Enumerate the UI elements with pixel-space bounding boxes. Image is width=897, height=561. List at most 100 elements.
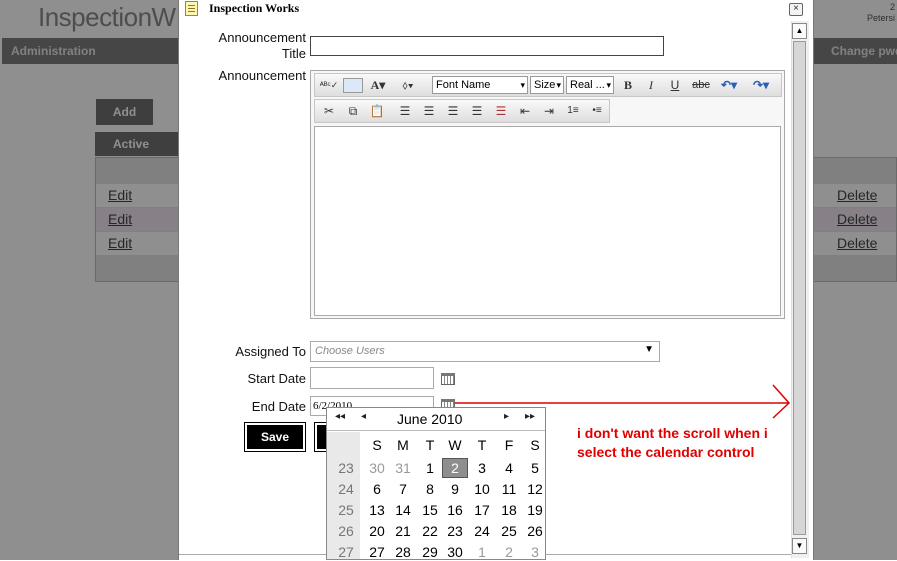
scroll-up-icon[interactable]: ▲ — [792, 23, 807, 39]
align-left-icon[interactable]: ☰ — [397, 102, 413, 120]
week-number: 24 — [338, 481, 354, 497]
start-date-input[interactable] — [310, 367, 434, 389]
spellcheck-icon[interactable]: ᴬᴮᶜ✓ — [319, 76, 339, 94]
week-number: 25 — [338, 502, 354, 518]
annotation-note: i don't want the scroll when i select th… — [577, 425, 768, 460]
calendar-day[interactable]: 11 — [496, 479, 522, 499]
calendar-day[interactable]: 16 — [442, 500, 468, 520]
announcement-title-input[interactable] — [310, 36, 664, 56]
scroll-thumb[interactable] — [793, 41, 806, 535]
week-number: 23 — [338, 460, 354, 476]
annotation-arrow — [455, 384, 791, 419]
chevron-down-icon[interactable]: ▼ — [644, 344, 654, 355]
bold-icon[interactable]: B — [621, 76, 635, 94]
calendar-day[interactable]: 8 — [417, 479, 443, 499]
indent-icon[interactable]: ⇥ — [541, 102, 557, 120]
numbered-list-icon[interactable]: 1≡ — [565, 102, 581, 120]
calendar-day[interactable]: 20 — [364, 521, 390, 541]
calendar-day[interactable]: 28 — [390, 542, 416, 559]
label-line: Announcement — [218, 30, 306, 45]
label-line: Title — [281, 46, 306, 61]
calendar-day[interactable]: 23 — [442, 521, 468, 541]
announcement-label: Announcement — [218, 68, 306, 83]
calendar-day[interactable]: 10 — [469, 479, 495, 499]
strikethrough-icon[interactable]: abc — [690, 76, 712, 94]
assigned-to-label: Assigned To — [235, 344, 306, 359]
undo-icon[interactable]: ↶▾ — [715, 76, 743, 94]
calendar-day[interactable]: 19 — [522, 500, 545, 520]
editor-content-area[interactable] — [314, 126, 781, 316]
copy-icon[interactable]: ⧉ — [345, 102, 361, 120]
save-button[interactable]: Save — [244, 422, 306, 452]
day-header: S — [530, 437, 540, 453]
calendar-day[interactable]: 30 — [364, 458, 390, 478]
cut-icon[interactable]: ✂ — [321, 102, 337, 120]
day-header: W — [448, 437, 462, 453]
calendar-day[interactable]: 24 — [469, 521, 495, 541]
calendar-day[interactable]: 3 — [522, 542, 545, 559]
rich-text-editor: ᴬᴮᶜ✓ A▾ ⬨▾ Font Name Size Real ... B I U… — [310, 70, 785, 319]
calendar-day[interactable]: 13 — [364, 500, 390, 520]
assigned-to-select[interactable]: Choose Users ▼ — [310, 341, 660, 362]
calendar-day[interactable]: 31 — [390, 458, 416, 478]
calendar-day[interactable]: 22 — [417, 521, 443, 541]
underline-icon[interactable]: U — [668, 76, 682, 94]
calendar-day[interactable]: 15 — [417, 500, 443, 520]
prev-month-icon[interactable]: ◂ — [361, 411, 366, 422]
font-size-select[interactable]: Size — [530, 76, 564, 94]
day-header: S — [372, 437, 382, 453]
image-icon[interactable] — [343, 78, 363, 93]
calendar-day[interactable]: 27 — [364, 542, 390, 559]
font-color-icon[interactable]: A▾ — [367, 76, 389, 94]
horizontal-rule-icon[interactable]: ☰ — [493, 102, 509, 120]
day-header: T — [477, 437, 487, 453]
calendar-day[interactable]: 30 — [442, 542, 468, 559]
close-icon[interactable]: × — [789, 3, 803, 16]
day-header: M — [397, 437, 409, 453]
calendar-day[interactable]: 5 — [522, 458, 545, 478]
paste-icon[interactable]: 📋 — [369, 102, 385, 120]
dialog-title: Inspection Works — [209, 1, 300, 15]
week-number: 26 — [338, 523, 354, 539]
calendar-popup: ◂◂ ◂ June 2010 ▸ ▸▸ S M T W T F S 23 30 31 1 2 3 4 5 24… — [326, 407, 546, 560]
calendar-day[interactable]: 1 — [469, 542, 495, 559]
calendar-day[interactable]: 12 — [522, 479, 545, 499]
calendar-day[interactable]: 25 — [496, 521, 522, 541]
italic-icon[interactable]: I — [644, 76, 658, 94]
calendar-day[interactable]: 29 — [417, 542, 443, 559]
calendar-day[interactable]: 1 — [417, 458, 443, 478]
highlight-icon[interactable]: ⬨▾ — [395, 76, 421, 94]
calendar-day[interactable]: 6 — [364, 479, 390, 499]
calendar-day[interactable]: 14 — [390, 500, 416, 520]
format-select[interactable]: Real ... — [566, 76, 614, 94]
calendar-day[interactable]: 7 — [390, 479, 416, 499]
dialog-title-bar[interactable]: Inspection Works × — [179, 0, 813, 20]
assigned-to-placeholder: Choose Users — [315, 345, 385, 357]
align-center-icon[interactable]: ☰ — [421, 102, 437, 120]
calendar-day[interactable]: 2 — [442, 458, 468, 478]
bullet-list-icon[interactable]: •≡ — [589, 102, 605, 120]
font-name-select[interactable]: Font Name — [432, 76, 528, 94]
calendar-day[interactable]: 2 — [496, 542, 522, 559]
week-number: 27 — [338, 544, 354, 560]
justify-icon[interactable]: ☰ — [469, 102, 485, 120]
calendar-day[interactable]: 17 — [469, 500, 495, 520]
calendar-day[interactable]: 4 — [496, 458, 522, 478]
notepad-icon — [185, 1, 198, 16]
calendar-day[interactable]: 18 — [496, 500, 522, 520]
scroll-down-icon[interactable]: ▼ — [792, 538, 807, 554]
dialog-scrollbar[interactable]: ▲ ▼ — [791, 21, 809, 558]
calendar-day[interactable]: 21 — [390, 521, 416, 541]
redo-icon[interactable]: ↷▾ — [747, 76, 775, 94]
align-right-icon[interactable]: ☰ — [445, 102, 461, 120]
calendar-day[interactable]: 26 — [522, 521, 545, 541]
day-header: F — [504, 437, 514, 453]
calendar-icon[interactable] — [441, 373, 455, 385]
prev-year-icon[interactable]: ◂◂ — [335, 411, 345, 422]
editor-toolbar-row-1: ᴬᴮᶜ✓ A▾ ⬨▾ Font Name Size Real ... B I U… — [314, 73, 782, 97]
calendar-day[interactable]: 9 — [442, 479, 468, 499]
calendar-title[interactable]: June 2010 — [397, 411, 462, 427]
calendar-day[interactable]: 3 — [469, 458, 495, 478]
start-date-label: Start Date — [247, 371, 306, 386]
outdent-icon[interactable]: ⇤ — [517, 102, 533, 120]
